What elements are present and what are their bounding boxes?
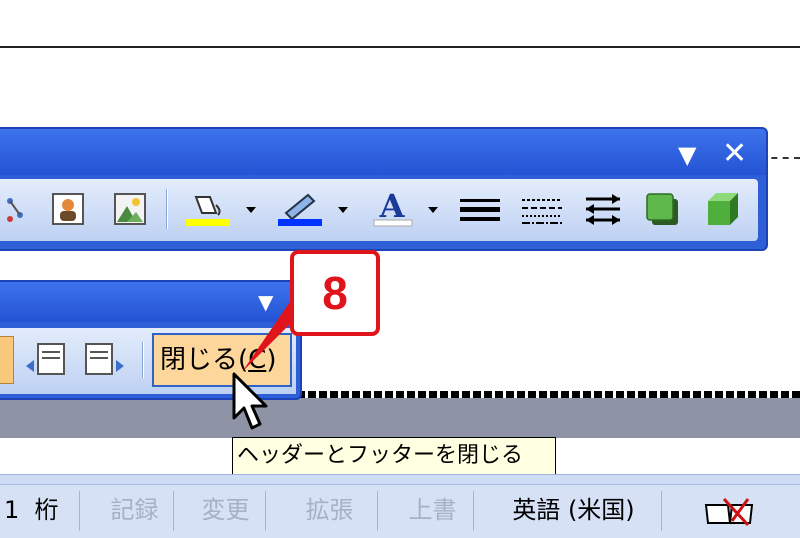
- line-color-dropdown-icon[interactable]: [338, 207, 348, 213]
- 3d-style-icon[interactable]: [704, 191, 740, 227]
- statusbar-separator: [0, 474, 800, 484]
- toolbar-button-partial[interactable]: [0, 336, 14, 384]
- status-extend[interactable]: 拡張: [282, 491, 378, 531]
- font-color-icon[interactable]: A: [370, 191, 416, 227]
- fill-color-dropdown-icon[interactable]: [246, 207, 256, 213]
- drawing-toolbar-titlebar[interactable]: ▼ ✕: [0, 129, 766, 175]
- status-column: 1 桁: [0, 491, 80, 531]
- show-next-icon[interactable]: [82, 340, 126, 380]
- line-style-icon[interactable]: [458, 191, 502, 227]
- spell-check-book-icon[interactable]: [702, 495, 758, 527]
- clipart-icon[interactable]: [50, 191, 86, 227]
- drawing-toolbar: ▼ ✕ A: [0, 127, 768, 251]
- status-overwrite[interactable]: 上書: [392, 491, 474, 531]
- close-icon[interactable]: ✕: [722, 139, 747, 169]
- dash-style-icon[interactable]: [520, 191, 564, 227]
- arrow-style-icon[interactable]: [582, 191, 624, 227]
- status-record[interactable]: 記録: [96, 491, 174, 531]
- diagram-icon[interactable]: [0, 191, 36, 227]
- page-top-border: [0, 46, 800, 48]
- status-language[interactable]: 英語 (米国): [486, 491, 662, 531]
- toolbar-options-dropdown-icon[interactable]: ▼: [258, 292, 273, 312]
- status-bar: 1 桁 記録 変更 拡張 上書 英語 (米国): [0, 484, 800, 538]
- toolbar-separator: [166, 189, 168, 229]
- shadow-style-icon[interactable]: [644, 191, 680, 227]
- drawing-toolbar-buttons: A: [0, 179, 758, 241]
- toolbar-separator: [142, 342, 144, 378]
- header-footer-toolbar-titlebar[interactable]: ▼: [0, 282, 300, 322]
- picture-icon[interactable]: [112, 191, 148, 227]
- close-button-label: 閉じる: [160, 345, 239, 375]
- font-color-dropdown-icon[interactable]: [428, 207, 438, 213]
- mouse-cursor-icon: [232, 372, 268, 430]
- fill-color-icon[interactable]: [186, 191, 232, 227]
- workspace-background: [0, 398, 800, 438]
- line-color-icon[interactable]: [278, 191, 324, 227]
- status-track-changes[interactable]: 変更: [186, 491, 266, 531]
- show-previous-icon[interactable]: [24, 340, 68, 380]
- step-number-callout: 8: [290, 250, 380, 336]
- spelling-check-cell[interactable]: [676, 491, 800, 531]
- tooltip: ヘッダーとフッターを閉じる: [232, 437, 556, 475]
- toolbar-options-dropdown-icon[interactable]: ▼: [678, 143, 696, 167]
- close-button-accelerator: C: [248, 345, 267, 375]
